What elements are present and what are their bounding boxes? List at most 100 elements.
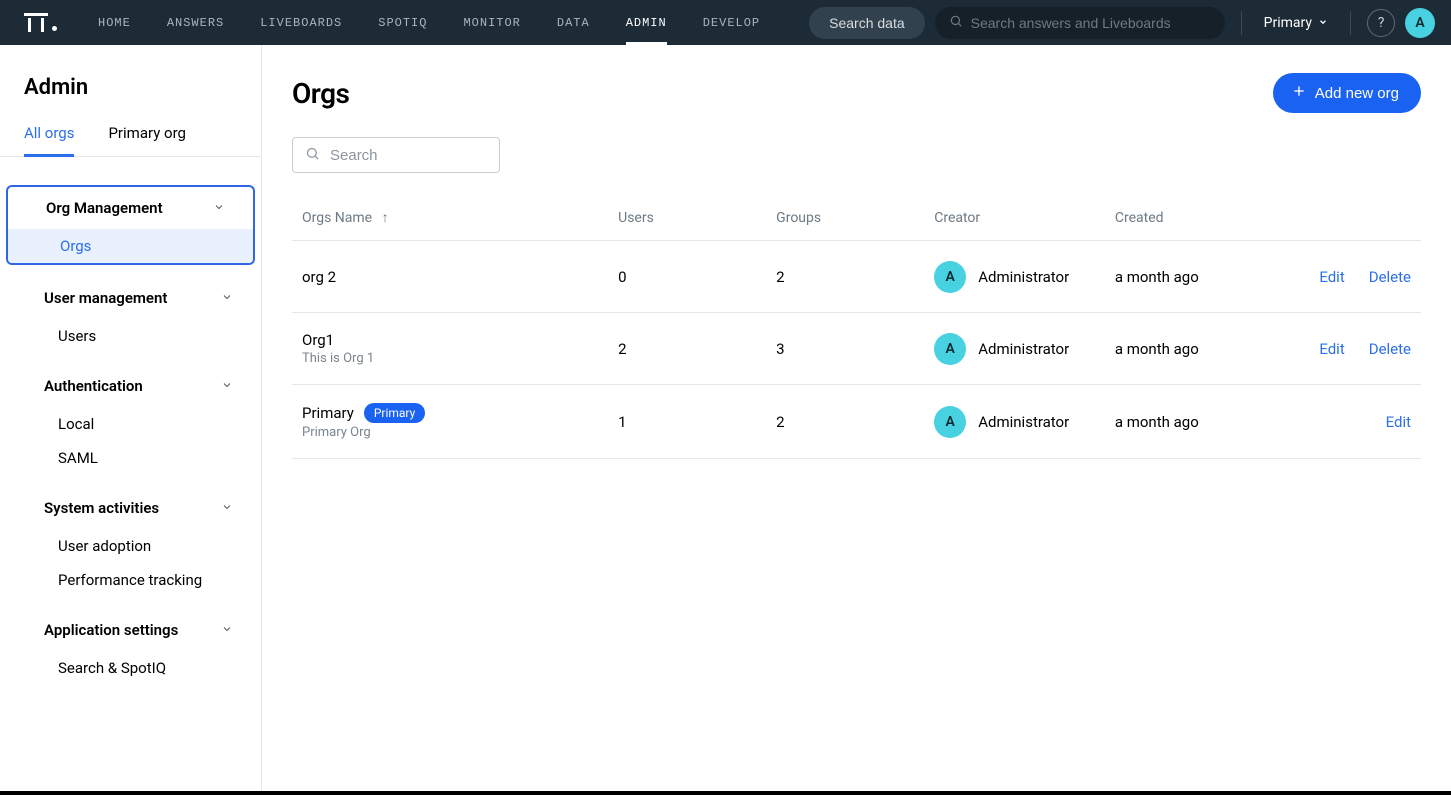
side-item-user-adoption[interactable]: User adoption (0, 529, 261, 563)
cell-groups: 2 (766, 385, 924, 459)
chevron-down-icon (221, 499, 233, 517)
cell-actions: Edit Delete (1263, 241, 1421, 313)
org-switcher[interactable]: Primary (1258, 15, 1334, 31)
side-item-orgs[interactable]: Orgs (8, 229, 253, 263)
side-group-header-org-management[interactable]: Org Management (8, 187, 253, 229)
separator (1241, 11, 1242, 35)
delete-link[interactable]: Delete (1369, 340, 1411, 358)
logo[interactable] (0, 13, 80, 32)
cell-created: a month ago (1105, 385, 1263, 459)
cell-actions: Edit Delete (1263, 313, 1421, 385)
content: Orgs Add new org Orgs Name ↑ (262, 45, 1451, 791)
side-item-local[interactable]: Local (0, 407, 261, 441)
side-item-search-spotiq[interactable]: Search & SpotIQ (0, 651, 261, 685)
side-group-title: Authentication (44, 377, 143, 395)
cell-actions: Edit (1263, 385, 1421, 459)
col-header-created[interactable]: Created (1105, 197, 1263, 241)
search-data-button[interactable]: Search data (809, 7, 925, 39)
nav-item-liveboards[interactable]: LIVEBOARDS (242, 0, 360, 45)
search-icon (305, 146, 320, 165)
creator-name: Administrator (978, 268, 1069, 286)
chevron-down-icon (221, 377, 233, 395)
nav-item-answers[interactable]: ANSWERS (149, 0, 242, 45)
chevron-down-icon (1318, 15, 1328, 31)
nav-item-admin[interactable]: ADMIN (608, 0, 685, 45)
filter-search-input[interactable] (330, 147, 487, 164)
col-header-actions (1263, 197, 1421, 241)
add-new-org-label: Add new org (1315, 85, 1399, 102)
cell-users: 2 (608, 313, 766, 385)
side-item-users[interactable]: Users (0, 319, 261, 353)
nav-item-develop[interactable]: DEVELOP (685, 0, 778, 45)
separator (1350, 11, 1351, 35)
nav-item-monitor[interactable]: MONITOR (445, 0, 538, 45)
subtab-primary-org[interactable]: Primary org (108, 116, 185, 156)
side-group-application-settings: Application settings Search & SpotIQ (0, 609, 261, 685)
cell-creator: A Administrator (924, 241, 1105, 313)
side-group-header-application-settings[interactable]: Application settings (0, 609, 261, 651)
side-group-user-management: User management Users (0, 277, 261, 353)
cell-created: a month ago (1105, 241, 1263, 313)
cell-creator: A Administrator (924, 385, 1105, 459)
chevron-down-icon (221, 289, 233, 307)
side-item-saml[interactable]: SAML (0, 441, 261, 475)
edit-link[interactable]: Edit (1386, 413, 1411, 431)
user-avatar[interactable]: A (1405, 8, 1435, 38)
col-header-users[interactable]: Users (608, 197, 766, 241)
side-group-system-activities: System activities User adoption Performa… (0, 487, 261, 597)
sidebar: Admin All orgs Primary org Org Managemen… (0, 45, 262, 791)
filter-search-container (292, 137, 500, 173)
add-new-org-button[interactable]: Add new org (1273, 73, 1421, 113)
cell-users: 0 (608, 241, 766, 313)
side-group-header-user-management[interactable]: User management (0, 277, 261, 319)
table-row[interactable]: org 2 02A Administrator a month ago Edit Dele… (292, 241, 1421, 313)
top-nav: HOMEANSWERSLIVEBOARDSSPOTIQMONITORDATAAD… (0, 0, 1451, 45)
nav-items: HOMEANSWERSLIVEBOARDSSPOTIQMONITORDATAAD… (80, 0, 778, 45)
search-answers-input[interactable] (971, 15, 1211, 31)
edit-link[interactable]: Edit (1319, 268, 1344, 286)
page-title: Orgs (292, 77, 349, 110)
col-header-name[interactable]: Orgs Name ↑ (292, 197, 608, 241)
org-switcher-label: Primary (1264, 15, 1312, 31)
sidebar-title: Admin (0, 75, 261, 116)
help-button[interactable]: ? (1367, 9, 1395, 37)
creator-name: Administrator (978, 340, 1069, 358)
edit-link[interactable]: Edit (1319, 340, 1344, 358)
cell-groups: 2 (766, 241, 924, 313)
side-group-header-authentication[interactable]: Authentication (0, 365, 261, 407)
primary-badge: Primary (364, 403, 425, 423)
table-row[interactable]: PrimaryPrimaryPrimary Org12AAdministrato… (292, 385, 1421, 459)
org-name: org 2 (302, 268, 336, 286)
creator-avatar: A (934, 261, 966, 293)
subtab-all-orgs[interactable]: All orgs (24, 116, 74, 157)
nav-item-spotiq[interactable]: SPOTIQ (360, 0, 445, 45)
creator-avatar: A (934, 406, 966, 438)
creator-avatar: A (934, 333, 966, 365)
sidebar-subtabs: All orgs Primary org (0, 116, 261, 157)
nav-item-home[interactable]: HOME (80, 0, 149, 45)
col-header-name-label: Orgs Name (302, 210, 372, 226)
side-group-header-system-activities[interactable]: System activities (0, 487, 261, 529)
org-name: Org1 (302, 331, 334, 349)
cell-groups: 3 (766, 313, 924, 385)
table-row[interactable]: Org1 This is Org 1 23A Administrator a month… (292, 313, 1421, 385)
side-group-title: User management (44, 289, 167, 307)
creator-name: Administrator (978, 413, 1069, 431)
side-group-title: System activities (44, 499, 159, 517)
col-header-creator[interactable]: Creator (924, 197, 1105, 241)
cell-created: a month ago (1105, 313, 1263, 385)
col-header-groups[interactable]: Groups (766, 197, 924, 241)
side-group-title: Application settings (44, 621, 178, 639)
side-group-authentication: Authentication Local SAML (0, 365, 261, 475)
sort-ascending-icon: ↑ (382, 210, 389, 226)
delete-link[interactable]: Delete (1369, 268, 1411, 286)
search-icon (949, 13, 963, 32)
side-item-performance-tracking[interactable]: Performance tracking (0, 563, 261, 597)
org-description: Primary Org (302, 425, 598, 440)
nav-item-data[interactable]: DATA (539, 0, 608, 45)
org-description: This is Org 1 (302, 351, 598, 366)
cell-creator: A Administrator (924, 313, 1105, 385)
chevron-down-icon (221, 621, 233, 639)
plus-icon (1291, 83, 1307, 103)
cell-users: 1 (608, 385, 766, 459)
